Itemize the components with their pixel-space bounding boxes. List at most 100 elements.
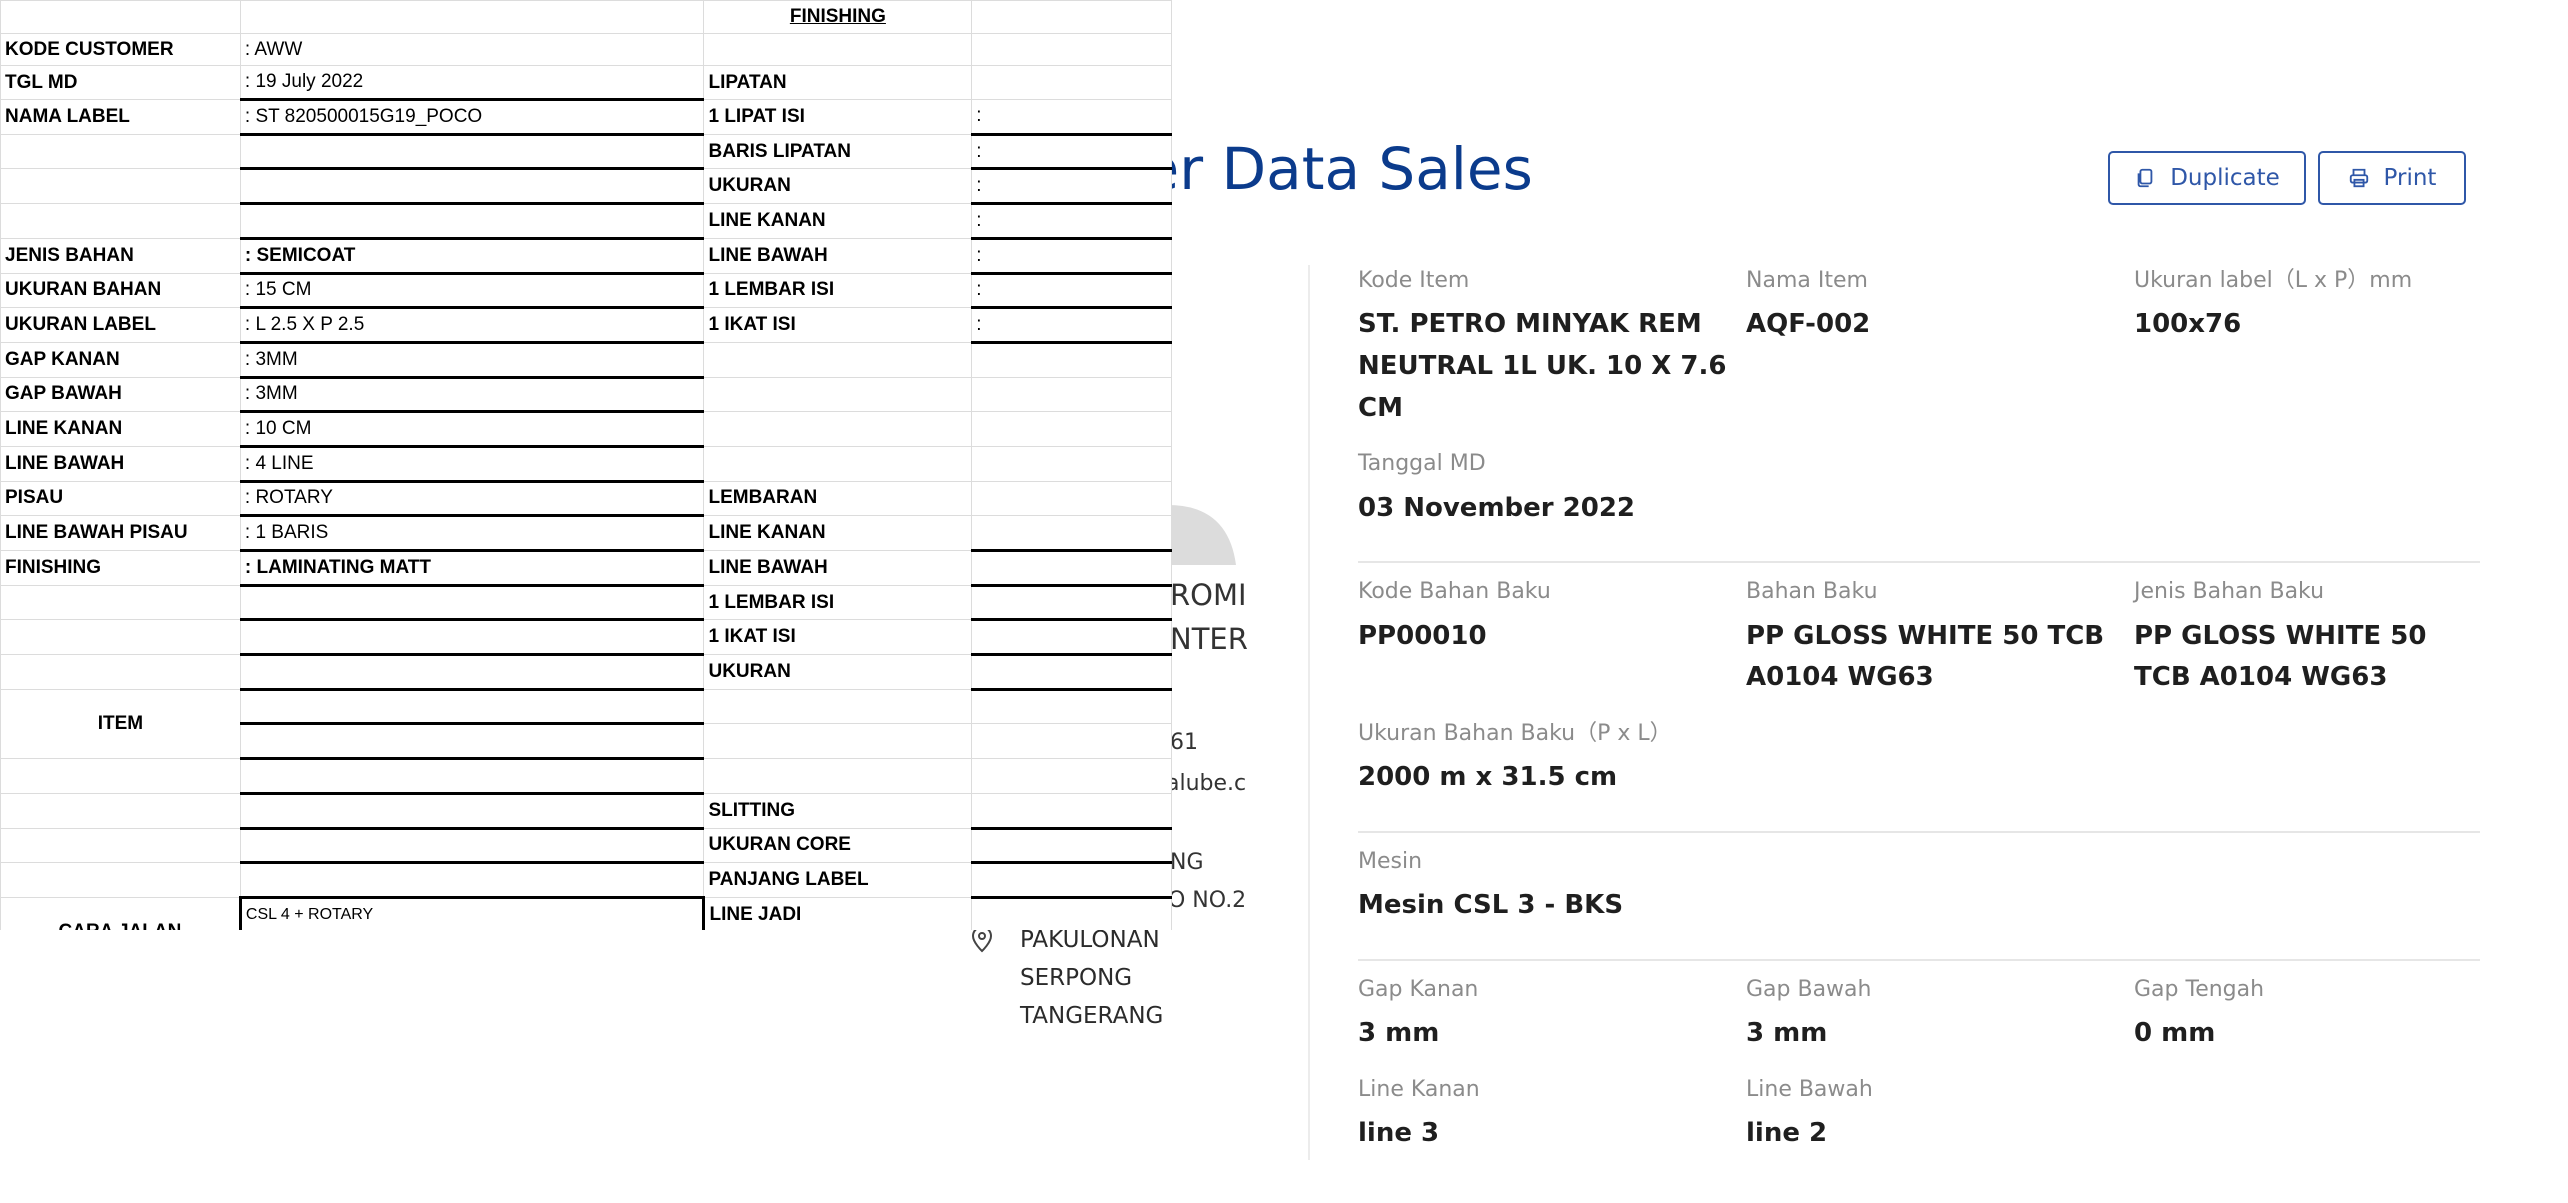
sheet-cell-finishing-label <box>703 341 973 378</box>
print-label: Print <box>2383 165 2437 191</box>
field-value: ST. PETRO MINYAK REM NEUTRAL 1L UK. 10 X… <box>1358 309 1727 423</box>
field-gap-tengah: Gap Tengah 0 mm <box>2134 977 2480 1055</box>
sheet-cell-finishing-value: : <box>971 99 1172 136</box>
field-label: Kode Item <box>1358 268 1470 293</box>
field-value: PP GLOSS WHITE 50 TCB A0104 WG63 <box>2134 620 2427 693</box>
section-bahan-baku: Kode Bahan Baku PP00010 Bahan Baku PP GL… <box>1358 579 2480 833</box>
sheet-cell-label: LINE BAWAH <box>0 445 241 482</box>
sheet-cell-label: GAP BAWAH <box>0 376 241 413</box>
sheet-cell-value <box>239 168 705 206</box>
sheet-cell-finishing-label <box>703 758 973 794</box>
sheet-cell-value: : LAMINATING MATT <box>239 550 705 587</box>
field-value: PP00010 <box>1358 620 1487 651</box>
sheet-cell-finishing-label <box>703 723 973 760</box>
sheet-cell-label <box>0 619 241 656</box>
sheet-cell-value <box>239 619 705 657</box>
sheet-cell-value: CSL 4 + ROTARY <box>238 895 706 930</box>
sheet-row <box>0 758 1172 795</box>
sheet-cell-label <box>0 168 241 205</box>
sheet-cell-label <box>0 827 241 864</box>
sheet-row: 1 LEMBAR ISI <box>0 584 1172 622</box>
field-kode-bahan-baku: Kode Bahan Baku PP00010 <box>1358 579 1746 699</box>
sheet-cell-finishing-value <box>971 445 1172 482</box>
sheet-cell-finishing-label: SLITTING <box>703 792 973 829</box>
field-value: 3 mm <box>1746 1018 1828 1049</box>
sheet-cell-label: CARA JALAN <box>0 896 241 930</box>
sheet-cell-finishing-label: LINE BAWAH <box>703 237 973 274</box>
sheet-cell-label: NAMA LABEL <box>0 99 241 135</box>
sheet-cell-value <box>239 723 705 761</box>
sheet-cell-value: : ROTARY <box>239 480 705 518</box>
field-label: Line Bawah <box>1746 1076 1873 1102</box>
field-label: Jenis Bahan Baku <box>2134 579 2325 605</box>
sheet-row: KODE CUSTOMER: AWW <box>0 32 1172 67</box>
sheet-cell-value: : SEMICOAT <box>239 237 705 275</box>
sheet-row: ITEM <box>0 688 1172 760</box>
sheet-cell-finishing-label: LINE KANAN <box>703 515 973 551</box>
sheet-cell-finishing-label <box>703 411 973 447</box>
sheet-cell-finishing-label: 1 LEMBAR ISI <box>703 584 973 621</box>
sheet-cell-label: UKURAN LABEL <box>0 307 241 343</box>
spreadsheet-overlay: FINISHING KODE CUSTOMER: AWW TGL MD: 19 Ju… <box>0 0 1172 930</box>
address-fragment-1: NG <box>1170 850 1204 875</box>
duplicate-button[interactable]: Duplicate <box>2108 151 2306 205</box>
sheet-cell-label <box>0 0 241 34</box>
field-label: Gap Tengah <box>2134 976 2265 1002</box>
sheet-cell-finishing-value: : <box>971 272 1172 310</box>
sheet-row: PANJANG LABEL <box>0 862 1172 899</box>
sheet-cell-finishing-value: : <box>971 237 1172 275</box>
address-fragment-2: O NO.2 <box>1168 888 1247 913</box>
sheet-cell-label: KODE CUSTOMER <box>0 32 241 67</box>
sheet-cell-finishing-label: LINE JADI <box>703 896 973 930</box>
phone-fragment: 61 <box>1170 730 1198 755</box>
sheet-row: UKURAN BAHAN: 15 CM 1 LEMBAR ISI: <box>0 272 1172 310</box>
field-value: 100x76 <box>2134 309 2242 340</box>
sheet-cell-finishing-value: : <box>971 203 1172 240</box>
sheet-cell-value: : 4 LINE <box>239 445 705 483</box>
sheet-cell-finishing-label: LIPATAN <box>703 65 973 101</box>
field-ukuran-label: Ukuran label（L x P）mm 100x76 <box>2134 268 2480 429</box>
sheet-cell-label: JENIS BAHAN <box>0 237 241 274</box>
sheet-cell-finishing-value: : <box>971 133 1172 171</box>
sheet-row: LINE BAWAH: 4 LINE <box>0 445 1172 483</box>
sheet-cell-finishing-label: 1 LEMBAR ISI <box>703 272 973 309</box>
field-mesin: Mesin Mesin CSL 3 - BKS <box>1358 849 2134 927</box>
sheet-row: BARIS LIPATAN: <box>0 133 1172 171</box>
sheet-cell-label <box>0 758 241 794</box>
sheet-cell-finishing-label <box>703 32 973 67</box>
sheet-cell-finishing-value <box>971 654 1172 691</box>
sheet-row: GAP BAWAH: 3MM <box>0 376 1172 414</box>
sheet-cell-finishing-value <box>971 0 1172 34</box>
sheet-cell-value <box>239 758 705 795</box>
sheet-cell-finishing-label: BARIS LIPATAN <box>703 133 973 170</box>
sheet-row: LINE BAWAH PISAU: 1 BARIS LINE KANAN <box>0 515 1172 552</box>
sheet-cell-label: FINISHING <box>0 550 241 586</box>
sheet-cell-value <box>239 203 705 240</box>
sheet-row: UKURAN LABEL: L 2.5 X P 2.5 1 IKAT ISI: <box>0 307 1172 344</box>
sheet-row: LINE KANAN: 10 CM <box>0 411 1172 448</box>
sheet-cell-label <box>0 584 241 621</box>
field-value: line 2 <box>1746 1118 1828 1149</box>
field-label: Ukuran Bahan Baku（P x L） <box>1358 720 1672 746</box>
field-label: Gap Bawah <box>1746 976 1872 1002</box>
address-line: SERPONG <box>1020 965 1133 991</box>
sheet-cell-finishing-label <box>703 445 973 482</box>
sheet-cell-label: TGL MD <box>0 65 241 101</box>
sheet-row: GAP KANAN: 3MM <box>0 341 1172 379</box>
print-button[interactable]: Print <box>2318 151 2466 205</box>
sheet-row: TGL MD: 19 July 2022 LIPATAN <box>0 65 1172 102</box>
section-item: Kode Item ST. PETRO MINYAK REM NEUTRAL 1… <box>1358 268 2480 564</box>
sheet-cell-value <box>239 133 705 171</box>
sheet-row: UKURAN <box>0 654 1172 691</box>
sheet-cell-label <box>0 203 241 239</box>
sheet-cell-finishing-label: LEMBARAN <box>703 480 973 517</box>
field-gap-kanan: Gap Kanan 3 mm <box>1358 977 1746 1055</box>
copy-icon <box>2137 168 2153 188</box>
company-name-line2: NTER <box>1170 622 1248 656</box>
printer-icon <box>2349 168 2368 188</box>
logo-fragment <box>1168 505 1236 565</box>
sheet-cell-label: GAP KANAN <box>0 341 241 378</box>
field-value: AQF-002 <box>1746 309 1871 340</box>
sheet-cell-label: LINE BAWAH PISAU <box>0 515 241 551</box>
sheet-row: JENIS BAHAN: SEMICOAT LINE BAWAH: <box>0 237 1172 275</box>
